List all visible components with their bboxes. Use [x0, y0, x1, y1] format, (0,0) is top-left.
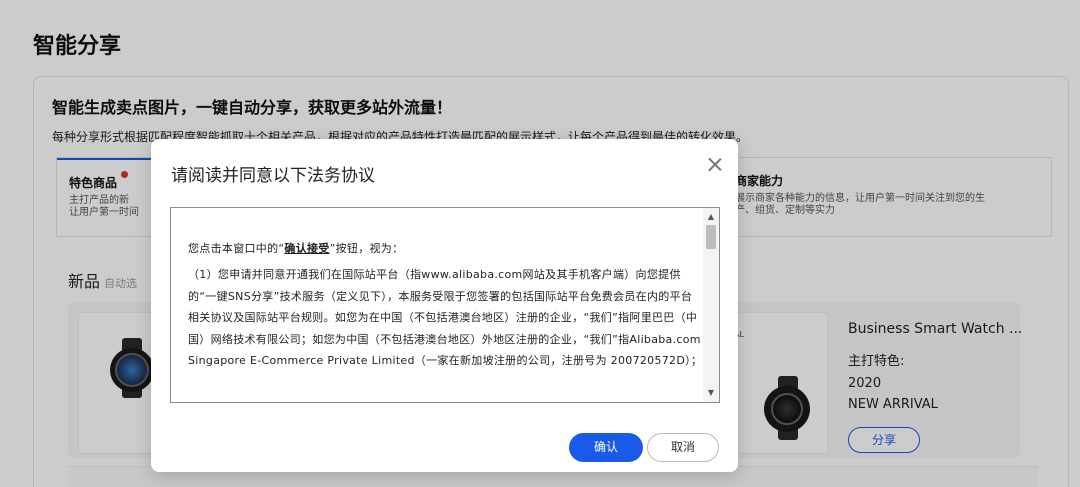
scroll-up-icon[interactable]: ▲	[703, 210, 719, 224]
cancel-button[interactable]: 取消	[647, 433, 719, 462]
modal-title: 请阅读并同意以下法务协议	[171, 166, 375, 186]
close-icon[interactable]	[704, 154, 726, 176]
scroll-thumb[interactable]	[706, 225, 716, 249]
agreement-textbox[interactable]: 您点击本窗口中的“确认接受”按钮，视为： （1）您申请并同意开通我们在国际站平台…	[170, 207, 720, 403]
agreement-para-2: （1）您申请并同意开通我们在国际站平台（指www.alibaba.com网站及其…	[188, 268, 703, 368]
legal-agreement-modal: 请阅读并同意以下法务协议 您点击本窗口中的“确认接受”按钮，视为： （1）您申请…	[151, 139, 738, 472]
agreement-bold-term: 确认接受	[284, 242, 330, 255]
agreement-scrollbar[interactable]: ▲ ▼	[703, 208, 719, 402]
agreement-text: 您点击本窗口中的“确认接受”按钮，视为： （1）您申请并同意开通我们在国际站平台…	[188, 238, 703, 371]
scroll-down-icon[interactable]: ▼	[703, 386, 719, 400]
confirm-button[interactable]: 确认	[569, 433, 643, 462]
agreement-para-1: 您点击本窗口中的“确认接受”按钮，视为：	[188, 242, 404, 255]
